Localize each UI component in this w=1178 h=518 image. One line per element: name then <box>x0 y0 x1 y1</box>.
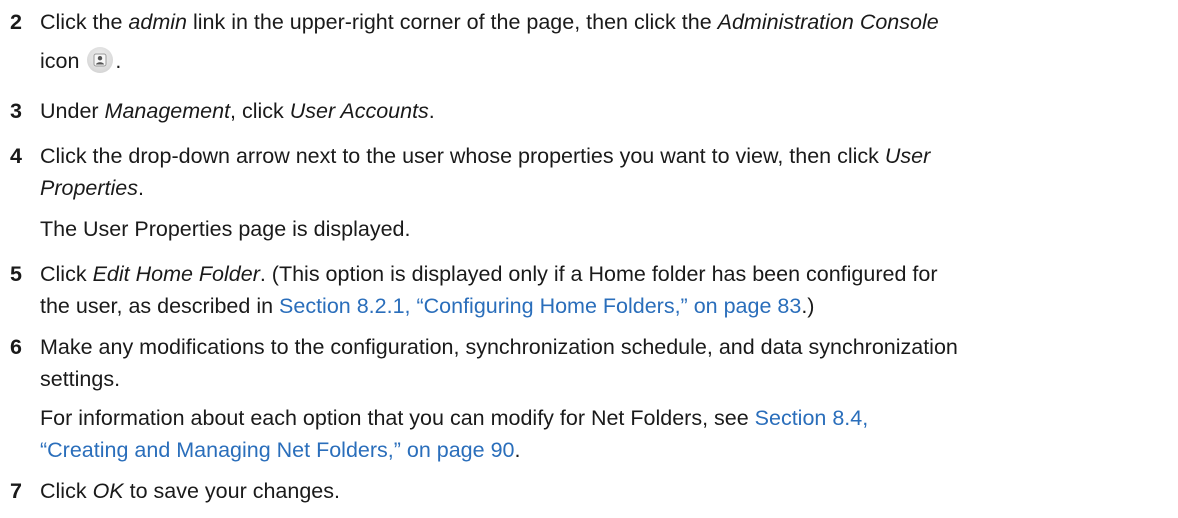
step-text: Under Management, click User Accounts. <box>40 95 1170 127</box>
step-text: Make any modifications to the configurat… <box>40 331 1170 395</box>
admin-term: admin <box>128 10 187 34</box>
step-number: 5 <box>10 262 22 286</box>
admin-console-icon <box>87 47 114 73</box>
text: Click the <box>40 10 129 34</box>
section-8-2-1-link[interactable]: Section 8.2.1, “Configuring Home Folders… <box>279 294 801 318</box>
text: , click <box>230 99 290 123</box>
step-2-continued: icon . <box>40 45 1170 77</box>
edit-home-folder-term: Edit Home Folder <box>92 262 260 286</box>
step-number: 6 <box>10 335 22 359</box>
text: Click <box>40 262 93 286</box>
step-number: 4 <box>10 144 22 168</box>
step-number: 2 <box>10 10 22 34</box>
text: .) <box>801 294 815 318</box>
document-page: 2 Click the admin link in the upper-righ… <box>0 0 1178 518</box>
user-accounts-term: User Accounts <box>289 99 429 123</box>
text: Make any modifications to the configurat… <box>40 335 958 359</box>
text: . <box>115 49 122 73</box>
text: For information about each option that y… <box>40 406 755 430</box>
section-8-4-link[interactable]: Section 8.4, <box>755 406 869 430</box>
step-text: Click OK to save your changes. <box>40 475 1170 507</box>
step-6-info: For information about each option that y… <box>40 402 1170 466</box>
text: settings. <box>40 367 121 391</box>
text: the user, as described in <box>40 294 280 318</box>
text: . <box>428 99 435 123</box>
text: icon <box>40 49 86 73</box>
user-properties-term-cont: Properties <box>40 176 138 200</box>
text: Click <box>40 479 93 503</box>
step-text: Click Edit Home Folder. (This option is … <box>40 258 1170 322</box>
section-8-4-link-cont[interactable]: “Creating and Managing Net Folders,” on … <box>40 438 514 462</box>
step-number: 3 <box>10 99 22 123</box>
ok-term: OK <box>92 479 124 503</box>
step-4-result: The User Properties page is displayed. <box>40 217 411 241</box>
management-term: Management <box>104 99 231 123</box>
text: Under <box>40 99 105 123</box>
step-number: 7 <box>10 479 22 503</box>
text: . <box>514 438 521 462</box>
text: link in the upper-right corner of the pa… <box>186 10 718 34</box>
text: . <box>138 176 144 200</box>
step-text: Click the drop-down arrow next to the us… <box>40 140 1170 204</box>
step-text: Click the admin link in the upper-right … <box>40 6 1170 38</box>
text: to save your changes. <box>123 479 340 503</box>
admin-console-term: Administration Console <box>717 10 939 34</box>
user-properties-term: User <box>884 144 931 168</box>
text: . (This option is displayed only if a Ho… <box>259 262 938 286</box>
text: Click the drop-down arrow next to the us… <box>40 144 885 168</box>
